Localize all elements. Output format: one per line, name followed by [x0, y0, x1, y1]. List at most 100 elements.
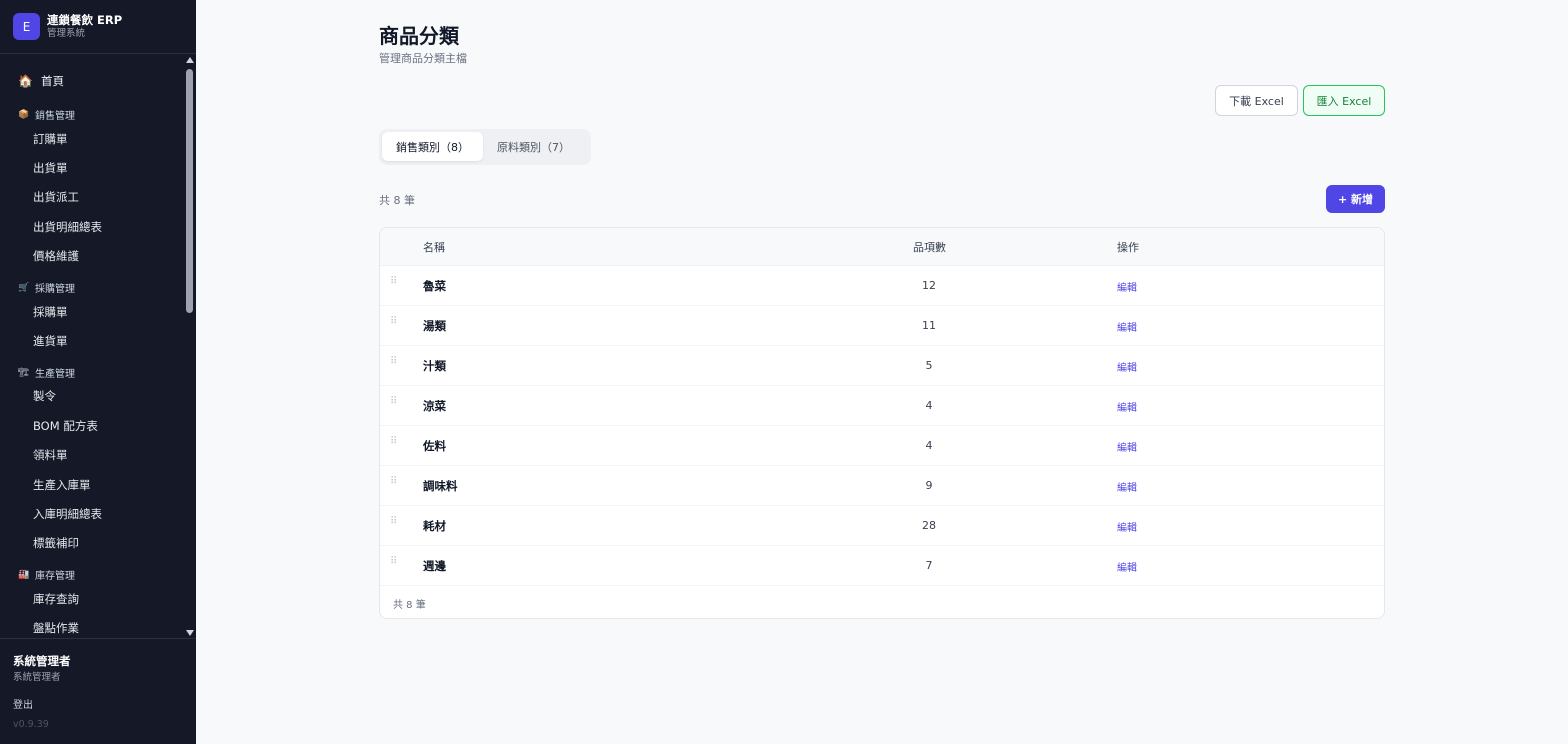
sidebar-item-dispatch[interactable]: 出貨派工: [33, 189, 196, 205]
page-subtitle: 管理商品分類主檔: [379, 52, 467, 65]
sidebar-item-label: 首頁: [41, 74, 64, 88]
edit-link[interactable]: 編輯: [1117, 559, 1137, 574]
sidebar-item-pricing[interactable]: 價格維護: [33, 248, 196, 264]
tab-sales-category[interactable]: 銷售類別（8）: [382, 132, 483, 161]
table-row: ⠿ 汁類 5 編輯: [380, 346, 1384, 386]
sidebar-group-label: 採購管理: [35, 284, 75, 295]
edit-link[interactable]: 編輯: [1117, 279, 1137, 294]
cell-count: 7: [925, 559, 933, 572]
tab-material-category[interactable]: 原料類別（7）: [486, 132, 581, 161]
sidebar-item-inventory-query[interactable]: 庫存查詢: [33, 591, 196, 607]
sidebar-item-shipment[interactable]: 出貨單: [33, 160, 196, 176]
edit-link[interactable]: 編輯: [1117, 439, 1137, 454]
cell-count: 4: [925, 439, 933, 452]
page-title: 商品分類: [379, 24, 459, 48]
sidebar-item-receiving[interactable]: 進貨單: [33, 333, 196, 349]
table-row: ⠿ 涼菜 4 編輯: [380, 386, 1384, 426]
sidebar-item-procurement-order[interactable]: 採購單: [33, 304, 196, 320]
brand-name: 連鎖餐飲 ERP: [47, 13, 123, 27]
main-content: 商品分類 管理商品分類主檔 下載 Excel 匯入 Excel 銷售類別（8） …: [196, 0, 1568, 744]
sidebar-item-purchase-order[interactable]: 訂購單: [33, 131, 196, 147]
cell-name: 耗材: [423, 519, 446, 533]
scrollbar-thumb[interactable]: [186, 69, 193, 313]
user-role: 系統管理者: [13, 672, 61, 683]
cell-count: 28: [922, 519, 936, 532]
edit-link[interactable]: 編輯: [1117, 319, 1137, 334]
drag-handle-icon[interactable]: ⠿: [390, 476, 397, 487]
table-row: ⠿ 耗材 28 編輯: [380, 506, 1384, 546]
drag-handle-icon[interactable]: ⠿: [390, 516, 397, 527]
sidebar: E 連鎖餐飲 ERP 管理系統 🏠 首頁 📦 銷售管理 訂購單 出貨單 出貨派工…: [0, 0, 196, 744]
cell-name: 魯菜: [423, 279, 446, 293]
sidebar-group-sales[interactable]: 📦 銷售管理: [18, 107, 196, 123]
scroll-down-arrow-icon[interactable]: [186, 630, 194, 636]
sidebar-group-production[interactable]: 🏗 生產管理: [18, 365, 196, 381]
drag-handle-icon[interactable]: ⠿: [390, 556, 397, 567]
scroll-up-arrow-icon[interactable]: [186, 57, 194, 63]
column-header-count[interactable]: 品項數: [913, 239, 946, 255]
cell-name: 調味料: [423, 479, 458, 493]
logout-link[interactable]: 登出: [13, 696, 33, 711]
user-name: 系統管理者: [13, 654, 71, 668]
table-row: ⠿ 週邊 7 編輯: [380, 546, 1384, 586]
sidebar-nav: 🏠 首頁 📦 銷售管理 訂購單 出貨單 出貨派工 出貨明細總表 價格維護 🛒 採…: [0, 55, 196, 638]
import-excel-button[interactable]: 匯入 Excel: [1303, 85, 1385, 116]
column-header-name[interactable]: 名稱: [423, 239, 445, 255]
table-row: ⠿ 佐料 4 編輯: [380, 426, 1384, 466]
box-icon: 📦: [18, 109, 30, 120]
category-table: 名稱 品項數 操作 ⠿ 魯菜 12 編輯 ⠿ 湯類 11 編輯 ⠿ 汁類 5 編…: [379, 227, 1385, 619]
edit-link[interactable]: 編輯: [1117, 479, 1137, 494]
sidebar-scrollbar[interactable]: [184, 55, 194, 638]
cell-name: 湯類: [423, 319, 446, 333]
record-count: 共 8 筆: [379, 194, 415, 207]
add-button[interactable]: + 新增: [1326, 185, 1385, 213]
table-row: ⠿ 調味料 9 編輯: [380, 466, 1384, 506]
cell-name: 汁類: [423, 359, 446, 373]
table-row: ⠿ 魯菜 12 編輯: [380, 266, 1384, 306]
sidebar-item-shipment-detail[interactable]: 出貨明細總表: [33, 219, 196, 235]
sidebar-group-label: 生產管理: [35, 369, 75, 380]
sidebar-item-bom[interactable]: BOM 配方表: [33, 418, 196, 434]
table-footer-count: 共 8 筆: [393, 600, 426, 611]
drag-handle-icon[interactable]: ⠿: [390, 396, 397, 407]
cart-icon: 🛒: [18, 282, 30, 293]
construction-icon: 🏗: [18, 367, 30, 378]
drag-handle-icon[interactable]: ⠿: [390, 356, 397, 367]
cell-count: 12: [922, 279, 936, 292]
cell-count: 11: [922, 319, 936, 332]
sidebar-group-procurement[interactable]: 🛒 採購管理: [18, 280, 196, 296]
edit-link[interactable]: 編輯: [1117, 519, 1137, 534]
brand[interactable]: E 連鎖餐飲 ERP 管理系統: [0, 0, 196, 54]
factory-icon: 🏭: [18, 569, 30, 580]
table-row: ⠿ 湯類 11 編輯: [380, 306, 1384, 346]
drag-handle-icon[interactable]: ⠿: [390, 276, 397, 287]
cell-name: 週邊: [423, 559, 446, 573]
brand-logo: E: [13, 13, 40, 40]
sidebar-group-label: 庫存管理: [35, 571, 75, 582]
brand-subtitle: 管理系統: [47, 28, 86, 39]
category-tabs: 銷售類別（8） 原料類別（7）: [379, 129, 591, 165]
sidebar-item-label-reprint[interactable]: 標籤補印: [33, 535, 196, 551]
sidebar-group-label: 銷售管理: [35, 111, 75, 122]
home-icon: 🏠: [18, 74, 33, 88]
version-label: v0.9.39: [13, 719, 49, 730]
edit-link[interactable]: 編輯: [1117, 359, 1137, 374]
user-area: 系統管理者 系統管理者 登出 v0.9.39: [0, 638, 196, 744]
cell-count: 9: [925, 479, 933, 492]
drag-handle-icon[interactable]: ⠿: [390, 316, 397, 327]
sidebar-item-home[interactable]: 🏠 首頁: [18, 73, 196, 89]
table-header: 名稱 品項數 操作: [380, 228, 1384, 266]
cell-count: 5: [925, 359, 933, 372]
sidebar-item-stocktake[interactable]: 盤點作業: [33, 620, 196, 636]
sidebar-item-material-issue[interactable]: 領料單: [33, 447, 196, 463]
cell-count: 4: [925, 399, 933, 412]
edit-link[interactable]: 編輯: [1117, 399, 1137, 414]
sidebar-item-receipt-detail[interactable]: 入庫明細總表: [33, 506, 196, 522]
drag-handle-icon[interactable]: ⠿: [390, 436, 397, 447]
column-header-ops: 操作: [1117, 241, 1139, 254]
sidebar-group-inventory[interactable]: 🏭 庫存管理: [18, 567, 196, 583]
cell-name: 涼菜: [423, 399, 446, 413]
download-excel-button[interactable]: 下載 Excel: [1215, 85, 1298, 116]
sidebar-item-work-order[interactable]: 製令: [33, 388, 196, 404]
sidebar-item-production-receipt[interactable]: 生產入庫單: [33, 477, 196, 493]
